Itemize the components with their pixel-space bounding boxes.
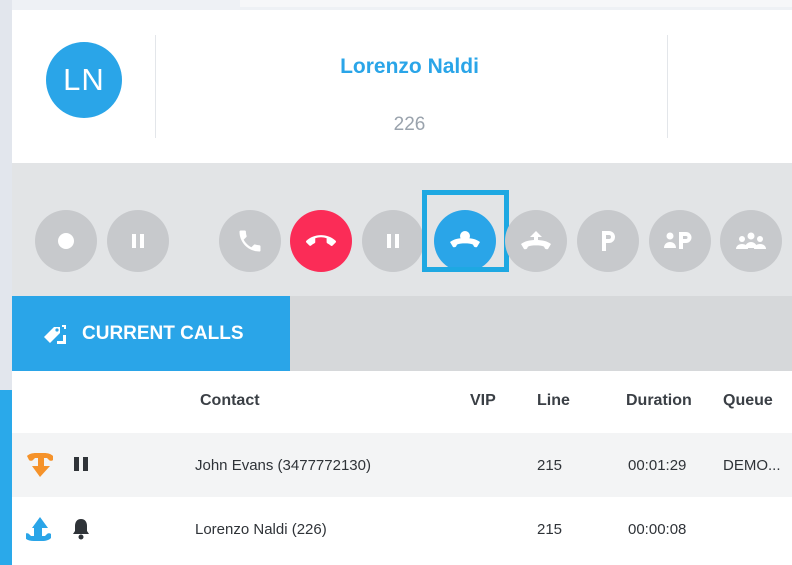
column-header-vip: VIP	[470, 392, 496, 409]
cell-line: 215	[537, 521, 563, 538]
pickup-icon	[521, 231, 551, 250]
bell-icon	[73, 519, 89, 540]
user-park-icon	[664, 232, 692, 249]
cell-line: 215	[537, 457, 563, 474]
column-header-duration: Duration	[626, 392, 692, 409]
background-top-light	[240, 0, 792, 7]
column-header-line: Line	[537, 392, 570, 409]
divider	[667, 35, 668, 138]
cell-duration: 00:01:29	[628, 457, 687, 474]
phone-icon	[239, 230, 261, 252]
park-icon	[602, 231, 615, 251]
pause-icon	[74, 457, 88, 471]
phone-panel: LN Lorenzo Naldi 226 CURRENT CALLS Conta…	[12, 10, 792, 565]
call-button[interactable]	[219, 210, 281, 272]
column-header-queue: Queue	[723, 392, 773, 409]
pause-record-button[interactable]	[107, 210, 169, 272]
contact-extension: 226	[393, 114, 426, 135]
divider	[155, 35, 156, 138]
call-controls	[12, 163, 792, 296]
contact-header: LN Lorenzo Naldi 226	[12, 10, 792, 163]
current-calls-icon	[44, 324, 66, 344]
avatar: LN	[46, 42, 122, 118]
selected-control-highlight	[422, 190, 509, 272]
record-button[interactable]	[35, 210, 97, 272]
table-header: Contact VIP Line Duration Queue	[12, 371, 792, 433]
user-park-button[interactable]	[649, 210, 711, 272]
cell-queue: DEMO...	[723, 457, 781, 474]
table-row[interactable]: Lorenzo Naldi (226) 215 00:00:08	[12, 497, 792, 561]
current-calls-table: Contact VIP Line Duration Queue John Eva…	[12, 371, 792, 565]
tab-current-calls-label: CURRENT CALLS	[82, 322, 244, 344]
conference-icon	[736, 232, 766, 249]
pause-icon	[387, 234, 399, 248]
conference-button[interactable]	[720, 210, 782, 272]
park-button[interactable]	[577, 210, 639, 272]
cell-duration: 00:00:08	[628, 521, 687, 538]
tab-current-calls[interactable]: CURRENT CALLS	[12, 296, 290, 371]
table-row[interactable]: John Evans (3477772130) 215 00:01:29 DEM…	[12, 433, 792, 497]
column-header-contact: Contact	[200, 392, 260, 409]
hold-button[interactable]	[362, 210, 424, 272]
outgoing-call-icon	[26, 517, 51, 541]
pickup-button[interactable]	[505, 210, 567, 272]
hangup-button[interactable]	[290, 210, 352, 272]
tab-bar: CURRENT CALLS	[12, 296, 792, 371]
contact-name: Lorenzo Naldi	[340, 55, 479, 78]
incoming-call-icon	[27, 453, 53, 477]
cell-contact: John Evans (3477772130)	[195, 457, 371, 474]
pause-icon	[132, 234, 144, 248]
cell-contact: Lorenzo Naldi (226)	[195, 521, 327, 538]
record-icon	[58, 233, 74, 249]
hangup-icon	[306, 235, 336, 246]
